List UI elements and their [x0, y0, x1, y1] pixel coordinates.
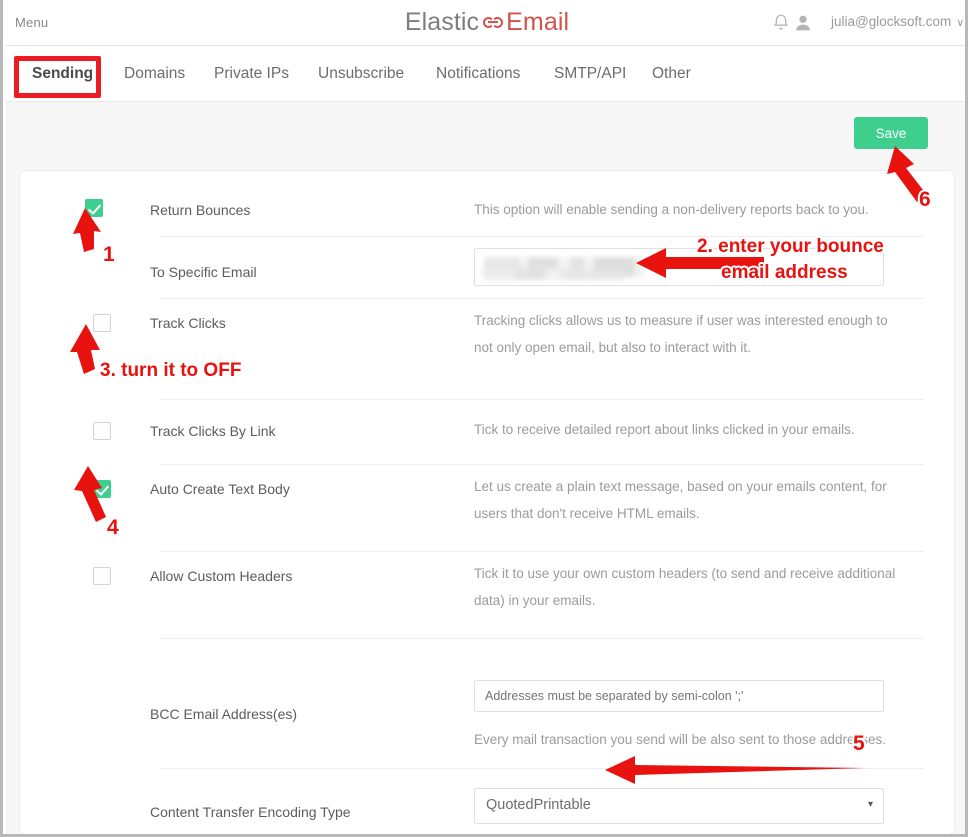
description-allow-custom-headers: Tick it to use your own custom headers (… — [474, 566, 896, 608]
description-return-bounces: This option will enable sending a non-de… — [474, 202, 869, 217]
row-bcc-email-addresses: BCC Email Address(es) Every mail transac… — [20, 638, 954, 769]
account-email-label: julia@glocksoft.com — [831, 14, 952, 29]
save-button[interactable]: Save — [854, 117, 928, 149]
top-header-bar: Menu Elastic Email julia@glocksoft.com ∨ — [6, 0, 965, 46]
label-track-clicks-by-link: Track Clicks By Link — [150, 423, 276, 439]
notification-bell-icon[interactable] — [770, 12, 792, 34]
content-transfer-encoding-type-select[interactable]: QuotedPrintable ▾ — [474, 788, 884, 824]
label-to-specific-email: To Specific Email — [150, 264, 257, 280]
to-specific-email-input[interactable] — [474, 248, 884, 286]
logo-text-elastic: Elastic — [404, 8, 480, 36]
app-logo[interactable]: Elastic Email — [6, 7, 965, 37]
checkbox-track-clicks[interactable] — [93, 314, 111, 332]
account-menu[interactable]: julia@glocksoft.com ∨ — [831, 14, 964, 29]
label-track-clicks: Track Clicks — [150, 315, 226, 331]
label-allow-custom-headers: Allow Custom Headers — [150, 568, 293, 584]
label-content-transfer-encoding-type: Content Transfer Encoding Type — [150, 804, 351, 820]
description-auto-create-text-body: Let us create a plain text message, base… — [474, 479, 887, 521]
chevron-down-icon: ▾ — [867, 799, 873, 810]
user-avatar-icon[interactable] — [792, 12, 814, 34]
tab-domains[interactable]: Domains — [122, 46, 187, 102]
tab-other[interactable]: Other — [650, 46, 693, 102]
link-chain-icon — [483, 17, 504, 28]
row-to-specific-email: To Specific Email — [20, 237, 954, 299]
tab-sending[interactable]: Sending — [30, 46, 95, 102]
redacted-email-value-2 — [484, 269, 624, 280]
row-content-transfer-encoding-type: Content Transfer Encoding Type QuotedPri… — [20, 769, 954, 834]
content-transfer-encoding-type-value: QuotedPrintable — [486, 797, 591, 813]
logo-text-email: Email — [506, 8, 570, 36]
settings-tab-bar: Sending Domains Private IPs Unsubscribe … — [6, 46, 965, 102]
sending-settings-card: Return Bounces This option will enable s… — [19, 170, 955, 834]
chevron-down-icon: ∨ — [956, 17, 965, 29]
description-track-clicks: Tracking clicks allows us to measure if … — [474, 313, 888, 355]
row-return-bounces: Return Bounces This option will enable s… — [20, 171, 954, 237]
checkbox-return-bounces[interactable] — [85, 199, 103, 217]
row-track-clicks-by-link: Track Clicks By Link Tick to receive det… — [20, 399, 954, 465]
label-bcc-email-addresses: BCC Email Address(es) — [150, 706, 298, 722]
bcc-email-addresses-input[interactable] — [474, 680, 884, 712]
row-track-clicks: Track Clicks Tracking clicks allows us t… — [20, 298, 954, 400]
tab-unsubscribe[interactable]: Unsubscribe — [316, 46, 406, 102]
description-track-clicks-by-link: Tick to receive detailed report about li… — [474, 422, 855, 437]
tab-notifications[interactable]: Notifications — [434, 46, 522, 102]
description-content-transfer-encoding-type: The type of content encoding (text, imag… — [474, 831, 904, 834]
tab-smtp-api[interactable]: SMTP/API — [552, 46, 628, 102]
tab-private-ips[interactable]: Private IPs — [212, 46, 291, 102]
row-auto-create-text-body: Auto Create Text Body Let us create a pl… — [20, 464, 954, 552]
label-return-bounces: Return Bounces — [150, 202, 251, 218]
checkbox-allow-custom-headers[interactable] — [93, 567, 111, 585]
description-bcc-email-addresses: Every mail transaction you send will be … — [474, 732, 886, 747]
label-auto-create-text-body: Auto Create Text Body — [150, 481, 290, 497]
row-allow-custom-headers: Allow Custom Headers Tick it to use your… — [20, 551, 954, 639]
checkbox-auto-create-text-body[interactable] — [93, 480, 111, 498]
browser-page-frame: Menu Elastic Email julia@glocksoft.com ∨ S… — [0, 0, 968, 837]
checkbox-track-clicks-by-link[interactable] — [93, 422, 111, 440]
